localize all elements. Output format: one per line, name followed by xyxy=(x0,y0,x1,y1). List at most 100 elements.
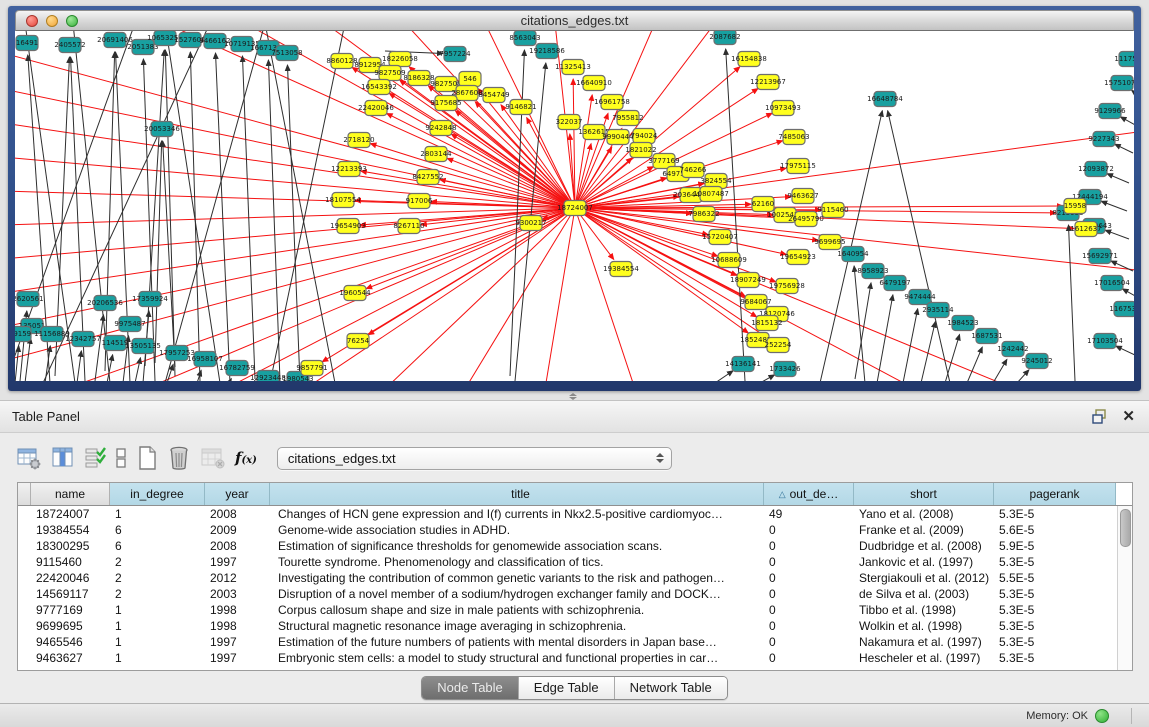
table-cell[interactable]: 1 xyxy=(110,603,205,617)
table-cell[interactable]: Dudbridge et al. (2008) xyxy=(854,539,994,553)
table-cell[interactable]: Estimation of significance thresholds fo… xyxy=(270,539,764,553)
table-row[interactable]: 1456911722003Disruption of a novel membe… xyxy=(18,586,1132,602)
table-row[interactable]: 1938455462009Genome-wide association stu… xyxy=(18,522,1132,538)
table-cell[interactable]: 6 xyxy=(110,523,205,537)
table-cell[interactable]: 19384554 xyxy=(31,523,110,537)
network-window-titlebar[interactable]: citations_edges.txt xyxy=(15,10,1134,31)
graph-node[interactable]: 17103504 xyxy=(1087,334,1123,349)
table-cell[interactable]: 2008 xyxy=(205,507,270,521)
graph-node[interactable]: 19654923 xyxy=(780,250,816,265)
graph-node[interactable]: 16154838 xyxy=(731,52,767,67)
table-cell[interactable]: 1997 xyxy=(205,555,270,569)
table-row[interactable]: 911546021997Tourette syndrome. Phenomeno… xyxy=(18,554,1132,570)
table-cell[interactable]: Tourette syndrome. Phenomenology and cla… xyxy=(270,555,764,569)
table-cell[interactable]: 5.3E-5 xyxy=(994,507,1116,521)
graph-node[interactable]: 7955812 xyxy=(612,111,643,126)
table-cell[interactable]: 5.3E-5 xyxy=(994,603,1116,617)
table-cell[interactable]: 9463627 xyxy=(31,651,110,665)
table-row[interactable]: 1830029562008Estimation of significance … xyxy=(18,538,1132,554)
graph-node[interactable]: 9463627 xyxy=(787,189,818,204)
table-cell[interactable]: 0 xyxy=(764,539,854,553)
table-cell[interactable]: Changes of HCN gene expression and I(f) … xyxy=(270,507,764,521)
table-cell[interactable]: Hescheler et al. (1997) xyxy=(854,651,994,665)
graph-node[interactable]: 1117538 xyxy=(1114,52,1134,67)
graph-node[interactable]: 18226058 xyxy=(382,52,418,67)
graph-node[interactable]: 22420046 xyxy=(358,101,394,116)
table-cell[interactable]: 0 xyxy=(764,635,854,649)
graph-node[interactable]: 9175685 xyxy=(430,96,461,111)
table-cell[interactable]: 0 xyxy=(764,619,854,633)
table-cell[interactable]: 1998 xyxy=(205,619,270,633)
table-cell[interactable]: Franke et al. (2009) xyxy=(854,523,994,537)
graph-node[interactable]: 794024 xyxy=(631,129,658,144)
table-row[interactable]: 946554611997Estimation of the future num… xyxy=(18,634,1132,650)
graph-node[interactable]: 12923448 xyxy=(250,371,286,382)
table-cell[interactable]: 5.6E-5 xyxy=(994,523,1116,537)
table-cell[interactable]: 22420046 xyxy=(31,571,110,585)
graph-node[interactable]: 8427552 xyxy=(412,170,443,185)
graph-node[interactable]: 39159 xyxy=(15,327,31,342)
graph-node[interactable]: 8454749 xyxy=(478,88,509,103)
graph-node[interactable]: 9699695 xyxy=(814,235,845,250)
graph-node[interactable]: 17975115 xyxy=(780,159,816,174)
scrollbar-thumb[interactable] xyxy=(1120,509,1131,547)
table-cell[interactable]: 5.3E-5 xyxy=(994,619,1116,633)
graph-node[interactable]: 1815132 xyxy=(751,316,782,331)
table-cell[interactable]: 2009 xyxy=(205,523,270,537)
table-cell[interactable]: Structural magnetic resonance image aver… xyxy=(270,619,764,633)
graph-node[interactable]: 7513058 xyxy=(271,46,302,61)
graph-node[interactable]: 8267110 xyxy=(393,219,424,234)
table-cell[interactable]: 9699695 xyxy=(31,619,110,633)
table-cell[interactable]: 2 xyxy=(110,587,205,601)
close-panel-icon[interactable]: ✕ xyxy=(1122,409,1135,424)
graph-node[interactable]: 14136141 xyxy=(725,357,761,372)
graph-node[interactable]: 18107554 xyxy=(325,193,361,208)
table-cell[interactable]: Genome-wide association studies in ADHD. xyxy=(270,523,764,537)
graph-node[interactable]: 9227343 xyxy=(1088,132,1119,147)
table-cell[interactable]: 9777169 xyxy=(31,603,110,617)
network-view-window[interactable]: citations_edges.txt 16491240557220691406… xyxy=(8,6,1141,391)
table-cell[interactable]: 2003 xyxy=(205,587,270,601)
table-cell[interactable]: Nakamura et al. (1997) xyxy=(854,635,994,649)
table-row[interactable]: 969969511998Structural magnetic resonanc… xyxy=(18,618,1132,634)
table-cell[interactable]: 5.3E-5 xyxy=(994,587,1116,601)
graph-node[interactable]: 16640910 xyxy=(576,76,612,91)
table-cell[interactable]: 1998 xyxy=(205,603,270,617)
graph-node[interactable]: 6479197 xyxy=(879,276,910,291)
table-cell[interactable]: 5.5E-5 xyxy=(994,571,1116,585)
graph-node[interactable]: 20053346 xyxy=(144,122,180,137)
table-cell[interactable]: Wolkin et al. (1998) xyxy=(854,619,994,633)
table-cell[interactable]: 0 xyxy=(764,651,854,665)
graph-node[interactable]: 9827509 xyxy=(374,66,405,81)
table-cell[interactable]: Stergiakouli et al. (2012) xyxy=(854,571,994,585)
table-cell[interactable]: 1997 xyxy=(205,651,270,665)
graph-node[interactable]: 7957224 xyxy=(439,47,471,62)
column-header-in_degree[interactable]: in_degree xyxy=(110,483,205,505)
table-cell[interactable]: Embryonic stem cells: a model to study s… xyxy=(270,651,764,665)
table-cell[interactable]: Jankovic et al. (1997) xyxy=(854,555,994,569)
new-table-button[interactable] xyxy=(136,444,158,472)
graph-node[interactable]: 252254 xyxy=(765,338,792,353)
table-cell[interactable]: Investigating the contribution of common… xyxy=(270,571,764,585)
table-cell[interactable]: 1 xyxy=(110,507,205,521)
graph-node[interactable]: 1687531 xyxy=(971,329,1002,344)
graph-node[interactable]: 19384554 xyxy=(603,262,639,277)
graph-node[interactable]: 546 xyxy=(459,72,481,87)
graph-node[interactable]: 1733426 xyxy=(769,362,801,377)
graph-node[interactable]: 746266 xyxy=(680,163,707,178)
memory-status-icon[interactable] xyxy=(1095,709,1109,723)
table-select-dropdown[interactable]: citations_edges.txt xyxy=(277,447,672,470)
graph-node[interactable]: 2405572 xyxy=(54,38,85,53)
graph-node[interactable]: 8958923 xyxy=(857,264,888,279)
graph-node[interactable]: 2803144 xyxy=(420,147,452,162)
graph-node[interactable]: 7485063 xyxy=(778,130,809,145)
column-header-name[interactable]: name xyxy=(31,483,110,505)
graph-node[interactable]: 9242848 xyxy=(425,121,456,136)
table-cell[interactable]: 0 xyxy=(764,555,854,569)
column-header-out_de[interactable]: △out_de… xyxy=(764,483,854,505)
table-cell[interactable]: 0 xyxy=(764,603,854,617)
table-cell[interactable]: 9115460 xyxy=(31,555,110,569)
table-scrollbar[interactable] xyxy=(1117,506,1132,670)
tab-network-table[interactable]: Network Table xyxy=(614,677,727,699)
close-window-button[interactable] xyxy=(26,15,38,27)
